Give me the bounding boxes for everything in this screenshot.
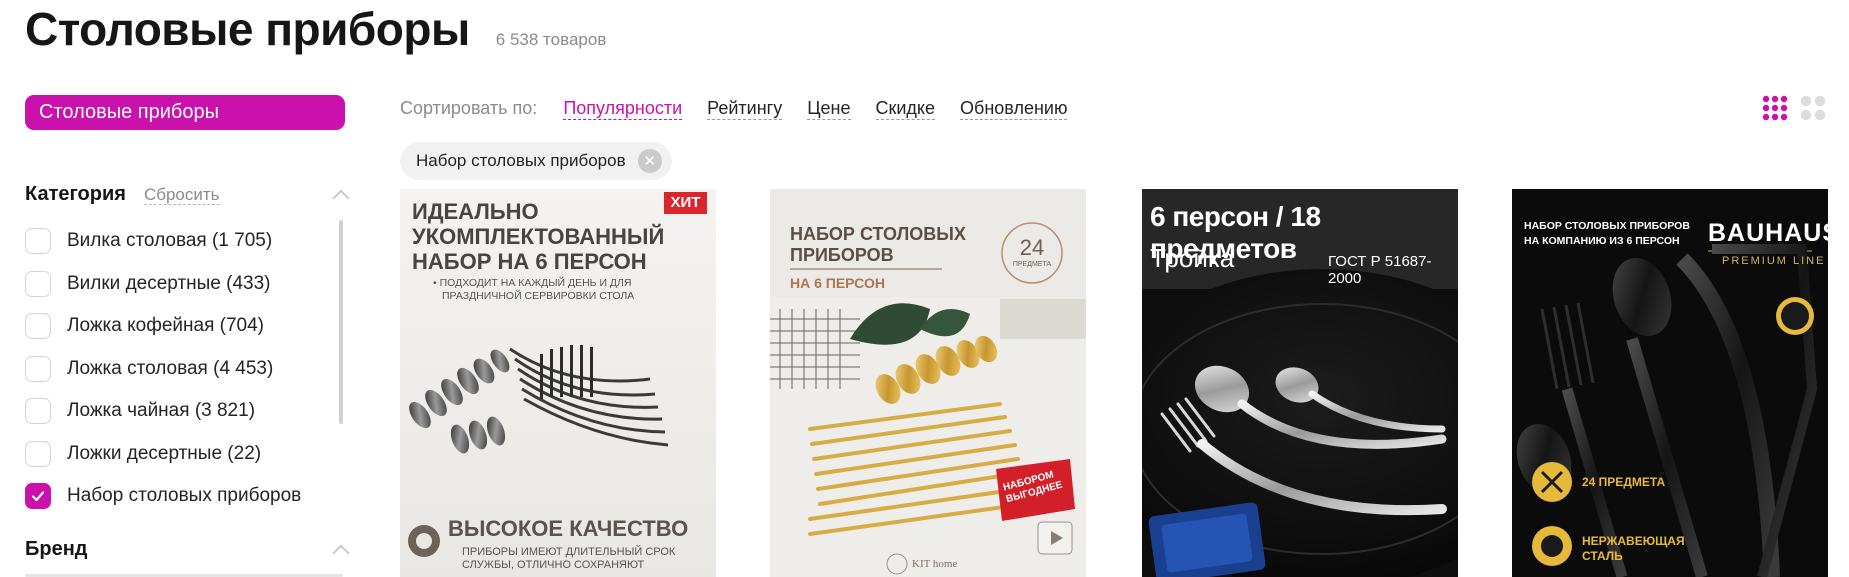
headline-line: НАБОР НА 6 ПЕРСОН xyxy=(412,249,647,274)
hit-badge: ХИТ xyxy=(670,194,701,211)
brand-line: PREMIUM LINE xyxy=(1722,255,1826,267)
category-label: Вилки десертные (433) xyxy=(67,272,271,294)
category-item[interactable]: Ложка кофейная (704) xyxy=(25,305,345,348)
category-filter-header: Категория Сбросить xyxy=(25,183,220,206)
category-label: Ложки десертные (22) xyxy=(67,442,262,464)
category-reset-link[interactable]: Сбросить xyxy=(143,185,220,205)
category-item-selected[interactable]: Набор столовых приборов xyxy=(25,475,345,518)
page-title: Столовые приборы xyxy=(25,3,470,55)
page-header: Столовые приборы 6 538 товаров xyxy=(25,2,606,56)
category-item[interactable]: Ложка столовая (4 453) xyxy=(25,348,345,391)
chevron-up-icon[interactable] xyxy=(332,189,350,207)
count-unit: ПРЕДМЕТА xyxy=(1012,261,1052,268)
checkbox[interactable] xyxy=(25,313,51,340)
product-headline: ИДЕАЛЬНО УКОМПЛЕКТОВАННЫЙ НАБОР НА 6 ПЕР… xyxy=(412,199,664,274)
category-label: Ложка чайная (3 821) xyxy=(67,400,256,422)
category-label: Вилка столовая (1 705) xyxy=(67,230,273,252)
category-label: Набор столовых приборов xyxy=(67,485,302,507)
brand-logo: BAUHAUS xyxy=(1708,219,1828,247)
quality-note-line: ПРИБОРЫ ИМЕЮТ ДЛИТЕЛЬНЫЙ СРОК xyxy=(462,546,676,558)
headline-line: НАБОР СТОЛОВЫХ ПРИБОРОВ xyxy=(1524,220,1690,232)
sort-option-rating[interactable]: Рейтингу xyxy=(707,98,783,120)
category-scrollbar[interactable] xyxy=(339,220,343,424)
product-card[interactable]: ХИТ ИДЕАЛЬНО УКОМПЛЕКТОВАННЫЙ НАБОР НА 6… xyxy=(400,189,716,577)
category-filter-title: Категория xyxy=(25,183,126,205)
active-category-button[interactable]: Столовые приборы xyxy=(25,95,345,130)
product-card[interactable]: НАБОР СТОЛОВЫХ ПРИБОРОВ НА 6 ПЕРСОН 24 П… xyxy=(770,189,1086,577)
quality-title: ВЫСОКОЕ КАЧЕСТВО xyxy=(448,516,689,541)
category-item[interactable]: Вилки десертные (433) xyxy=(25,263,345,306)
brand-filter-header: Бренд xyxy=(25,538,88,561)
product-headline: НАБОР СТОЛОВЫХ ПРИБОРОВ НА КОМПАНИЮ ИЗ 6… xyxy=(1524,219,1690,249)
bullet-line: ПРАЗДНИЧНОЙ СЕРВИРОВКИ СТОЛА xyxy=(442,290,635,302)
checkbox[interactable] xyxy=(25,270,51,297)
category-item[interactable]: Вилка столовая (1 705) xyxy=(25,220,345,263)
checkmark-icon xyxy=(31,491,45,502)
headline-line: НАБОР СТОЛОВЫХ xyxy=(790,224,966,244)
count-number: 24 xyxy=(1019,235,1045,260)
product-card[interactable]: НАБОР СТОЛОВЫХ ПРИБОРОВ НА КОМПАНИЮ ИЗ 6… xyxy=(1512,189,1828,577)
feature-material: НЕРЖАВЕЮЩАЯ СТАЛЬ xyxy=(1582,534,1685,564)
category-item[interactable]: Ложка чайная (3 821) xyxy=(25,390,345,433)
product-count: 6 538 товаров xyxy=(495,30,607,49)
product-sub: НА 6 ПЕРСОН xyxy=(790,275,885,291)
checkbox[interactable] xyxy=(25,440,51,467)
sort-bar: Сортировать по: Популярности Рейтингу Це… xyxy=(400,98,1092,120)
feature-material-line: СТАЛЬ xyxy=(1582,549,1623,563)
grid-small-icon[interactable] xyxy=(1762,95,1788,121)
headline-line: УКОМПЛЕКТОВАННЫЙ xyxy=(412,224,665,249)
checkbox[interactable] xyxy=(25,228,51,255)
product-card[interactable]: 6 персон / 18 предметов Тройка ГОСТ Р 51… xyxy=(1142,189,1458,577)
sort-label: Сортировать по: xyxy=(400,98,538,118)
active-filter-chip[interactable]: Набор столовых приборов ✕ xyxy=(400,142,672,180)
bullet-line: • ПОДХОДИТ НА КАЖДЫЙ ДЕНЬ И ДЛЯ xyxy=(433,277,632,289)
sort-option-price[interactable]: Цене xyxy=(807,98,851,120)
category-item[interactable]: Ложки десертные (22) xyxy=(25,433,345,476)
sort-option-update[interactable]: Обновлению xyxy=(960,98,1068,120)
chip-label: Набор столовых приборов xyxy=(416,151,626,170)
close-icon[interactable]: ✕ xyxy=(637,149,662,173)
product-standard: ГОСТ Р 51687-2000 xyxy=(1328,253,1432,287)
brand-filter-title: Бренд xyxy=(25,538,88,560)
category-list: Вилка столовая (1 705) Вилки десертные (… xyxy=(25,220,345,518)
product-bullet: • ПОДХОДИТ НА КАЖДЫЙ ДЕНЬ И ДЛЯ ПРАЗДНИЧ… xyxy=(433,277,634,303)
quality-note: ПРИБОРЫ ИМЕЮТ ДЛИТЕЛЬНЫЙ СРОК СЛУЖБЫ, ОТ… xyxy=(462,546,675,572)
checkbox-checked[interactable] xyxy=(25,483,51,510)
feature-items: 24 ПРЕДМЕТА xyxy=(1582,475,1666,489)
feature-material-line: НЕРЖАВЕЮЩАЯ xyxy=(1582,534,1685,548)
brand-logo: KIT home xyxy=(912,558,958,570)
product-brand: Тройка xyxy=(1150,243,1235,273)
headline-line: ПРИБОРОВ xyxy=(790,245,894,265)
sort-option-discount[interactable]: Скидке xyxy=(875,98,936,120)
checkbox[interactable] xyxy=(25,398,51,425)
category-label: Ложка кофейная (704) xyxy=(67,315,264,337)
product-headline: НАБОР СТОЛОВЫХ ПРИБОРОВ xyxy=(790,224,966,266)
headline-line: ИДЕАЛЬНО xyxy=(412,199,539,224)
checkbox[interactable] xyxy=(25,355,51,382)
sort-option-popularity[interactable]: Популярности xyxy=(563,98,683,120)
quality-note-line: СЛУЖБЫ, ОТЛИЧНО СОХРАНЯЮТ xyxy=(462,559,645,571)
category-label: Ложка столовая (4 453) xyxy=(67,357,274,379)
chevron-up-icon[interactable] xyxy=(332,544,350,562)
play-icon[interactable] xyxy=(1038,522,1072,554)
headline-line: НА КОМПАНИЮ ИЗ 6 ПЕРСОН xyxy=(1524,235,1680,247)
grid-large-icon[interactable] xyxy=(1800,95,1826,121)
